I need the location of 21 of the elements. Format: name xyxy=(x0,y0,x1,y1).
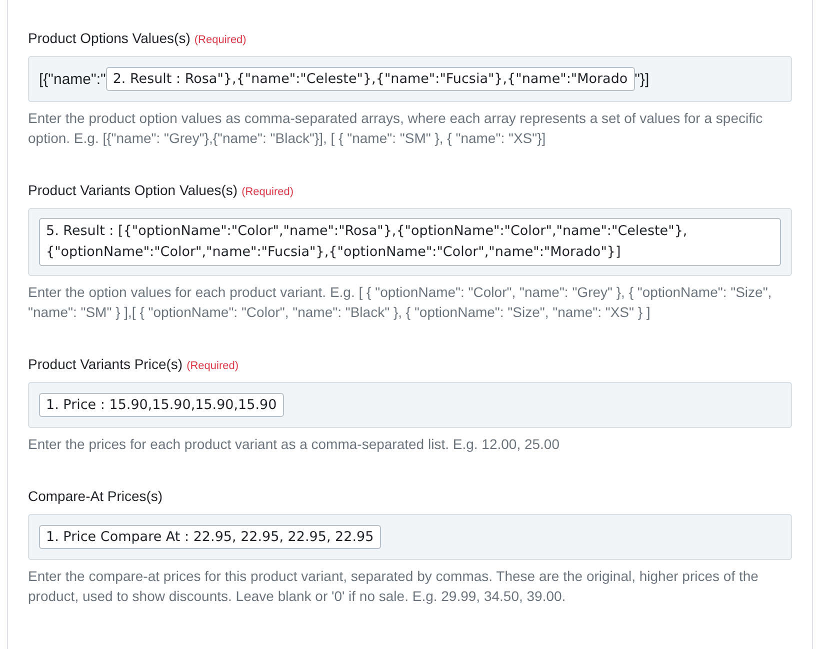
value-field[interactable]: [{"name":" 2. Result : Rosa"},{"name":"Celeste"},{"name":"Fucsia"},{"name":"Morado "}] xyxy=(28,56,792,102)
help-text: Enter the compare-at prices for this product variant, separated by commas. These are the original, higher prices of the product, used to show discounts. Leave blank or '0' if no sale. E.g. 29.99, 34.50, 39.00. xyxy=(28,567,760,606)
help-text: Enter the product option values as comma-separated arrays, where each array represents a set of values for a specific option. E.g. [{"name": "Grey"},{"name": "Black"}], [ { "name": "SM" }, { "name": "XS"}] xyxy=(28,109,764,148)
value-field[interactable]: 1. Price Compare At : 22.95, 22.95, 22.95, 22.95 xyxy=(28,514,792,560)
help-text: Enter the prices for each product variant as a comma-separated list. E.g. 12.00, 25.00 xyxy=(28,435,561,454)
field-label: Product Variants Option Values(s) xyxy=(28,182,238,198)
required-note: (Required) xyxy=(194,34,246,46)
value-field[interactable]: 1. Price : 15.90,15.90,15.90,15.90 xyxy=(28,382,792,428)
help-text: Enter the option values for each product variant. E.g. [ { "optionName": "Color", "name": "Grey" }, { "optionName": "Size", "name": "SM" } ],[ { "optionName": "Color", "name": "Black" }, { "optionName": "Size", "name": "XS" } ] xyxy=(28,283,773,322)
value-text: [{"name":" xyxy=(39,70,106,88)
field-label: Product Options Values(s) xyxy=(28,30,190,46)
field-label: Compare-At Prices(s) xyxy=(28,488,163,504)
value-token: 5. Result : [{"optionName":"Color","name":"Rosa"},{"optionName":"Color","name":"Celeste"}, {"optionName":"Color","name":"Fucsia"},{"optionName":"Color","name":"Morado"}] xyxy=(39,218,781,266)
value-token: 2. Result : Rosa"},{"name":"Celeste"},{"name":"Fucsia"},{"name":"Morado xyxy=(106,67,635,91)
value-field[interactable]: 5. Result : [{"optionName":"Color","name":"Rosa"},{"optionName":"Color","name":"Celeste"}, {"optionName":"Color","name":"Fucsia"},{"optionName":"Color","name":"Morado"}] xyxy=(28,208,792,276)
value-token: 1. Price : 15.90,15.90,15.90,15.90 xyxy=(39,393,284,417)
field-label: Product Variants Price(s) xyxy=(28,356,183,372)
value-text: "}] xyxy=(634,70,650,88)
value-token: 1. Price Compare At : 22.95, 22.95, 22.95, 22.95 xyxy=(39,525,381,549)
required-note: (Required) xyxy=(242,186,294,198)
required-note: (Required) xyxy=(186,360,239,372)
